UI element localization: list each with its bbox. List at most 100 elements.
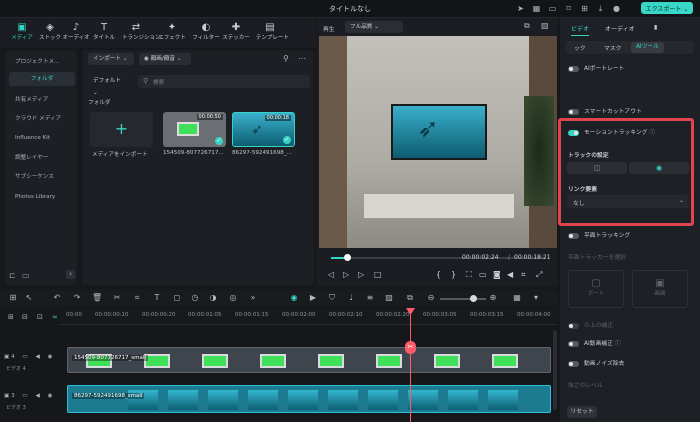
folder-icon[interactable]: ▭ bbox=[22, 354, 27, 360]
list-icon[interactable]: ≡ bbox=[365, 293, 375, 303]
export-button[interactable]: エクスポート ⌄ bbox=[641, 2, 693, 14]
track-mode-right[interactable]: ◉ bbox=[629, 162, 689, 174]
prev-frame-icon[interactable]: ◁ bbox=[328, 270, 334, 279]
tool-sticker[interactable]: ✚ ステッカー bbox=[222, 22, 250, 46]
trash-icon[interactable]: 🗑 bbox=[92, 293, 102, 303]
filter-icon[interactable]: ⚲ bbox=[283, 54, 289, 63]
user-icon[interactable]: ● bbox=[612, 4, 621, 13]
cut-icon[interactable]: ✂ bbox=[112, 293, 122, 303]
import-media-tile[interactable]: + bbox=[90, 112, 153, 147]
planar-option-2[interactable]: ▣ 画面 bbox=[632, 270, 688, 308]
ai-video-correct-toggle[interactable] bbox=[568, 340, 579, 347]
layout-icon[interactable]: ▦ bbox=[512, 293, 522, 303]
grid-icon[interactable]: ⊞ bbox=[8, 293, 18, 303]
sort-dropdown[interactable]: デフォルト ⌄ bbox=[88, 75, 130, 96]
speaker-icon[interactable]: ◀ bbox=[36, 354, 40, 360]
zoom-in-icon[interactable]: ⊕ bbox=[488, 293, 498, 303]
ai-icon[interactable]: ◎ bbox=[228, 293, 238, 303]
mark-in-icon[interactable]: { bbox=[436, 270, 441, 279]
ai-portrait-toggle[interactable] bbox=[568, 65, 579, 72]
fullscreen-icon[interactable]: ⛶ bbox=[466, 270, 472, 280]
render-icon[interactable]: ▶ bbox=[308, 293, 318, 303]
denoise-toggle[interactable] bbox=[568, 360, 579, 367]
expand-icon[interactable]: ⤢ bbox=[536, 270, 542, 280]
folder-icon[interactable]: ▭ bbox=[22, 393, 27, 399]
play-icon[interactable]: ▷ bbox=[343, 270, 349, 279]
clip-underwater[interactable]: 86297-592491698_small bbox=[67, 385, 551, 413]
eye-icon[interactable]: ◉ bbox=[48, 354, 53, 360]
tool-template[interactable]: ▤ テンプレート bbox=[256, 22, 289, 46]
next-frame-icon[interactable]: ▷ bbox=[358, 270, 364, 279]
text-icon[interactable]: T bbox=[152, 293, 162, 303]
download-icon[interactable]: ⤓ bbox=[596, 4, 605, 13]
select-icon[interactable]: ↖ bbox=[24, 293, 34, 303]
tool-title[interactable]: T タイトル bbox=[90, 22, 118, 46]
media-thumb-1[interactable]: 00:00:50 ✓ bbox=[163, 112, 226, 147]
collapse-icon[interactable]: ‹ bbox=[66, 270, 75, 279]
add-track-icon[interactable]: ⊞ bbox=[8, 313, 14, 321]
send-icon[interactable]: ➤ bbox=[516, 4, 525, 13]
link-element-select[interactable]: なし ⌄ bbox=[567, 195, 689, 208]
tool-filter[interactable]: ◐ フィルター bbox=[192, 22, 220, 46]
timeline-scrollbar[interactable] bbox=[553, 330, 557, 410]
track-mode-left[interactable]: ◫ bbox=[567, 162, 627, 174]
subtab-lock[interactable]: ック bbox=[574, 43, 586, 52]
shield-icon[interactable]: ⛉ bbox=[327, 293, 337, 303]
tab-audio[interactable]: オーディオ bbox=[605, 24, 635, 33]
planar-tracking-toggle[interactable] bbox=[568, 232, 579, 239]
motion-tracking-toggle[interactable] bbox=[568, 129, 579, 136]
redo-icon[interactable]: ↷ bbox=[72, 293, 82, 303]
playhead[interactable] bbox=[410, 310, 411, 422]
eye-icon[interactable]: ◉ bbox=[48, 393, 53, 399]
search-input[interactable]: ⚲ 検索 bbox=[138, 75, 310, 88]
speed-icon[interactable]: ◷ bbox=[190, 293, 200, 303]
crop-icon[interactable]: ⌗ bbox=[132, 293, 142, 303]
speaker-icon[interactable]: ◀ bbox=[36, 393, 40, 399]
shape-icon[interactable]: ◻ bbox=[172, 293, 182, 303]
motion-tracking-row[interactable]: モーショントラッキング ⓘ bbox=[568, 127, 655, 136]
file-icon[interactable]: ▮ bbox=[654, 24, 657, 31]
tool-media[interactable]: ▣ メディア bbox=[8, 22, 36, 46]
tool-effect[interactable]: ✦ エフェクト bbox=[158, 22, 186, 46]
layout-icon[interactable]: ▦ bbox=[532, 4, 541, 13]
tab-video[interactable]: ビデオ bbox=[571, 24, 590, 36]
subtab-ai-tools[interactable]: AIツール bbox=[631, 42, 664, 53]
sidebar-item-folder[interactable]: フォルダ bbox=[9, 72, 75, 86]
planar-tracking-row[interactable]: 平面トラッキング bbox=[568, 230, 630, 239]
import-button[interactable]: インポート ⌄ bbox=[88, 53, 134, 65]
sidebar-item-cloud[interactable]: クラウド メディア bbox=[9, 112, 75, 126]
reset-button[interactable]: リセット bbox=[567, 406, 597, 418]
sidebar-item-project[interactable]: プロジェクトメ... bbox=[9, 55, 75, 69]
screenshot-icon[interactable]: ⧉ bbox=[524, 21, 530, 31]
snap-icon[interactable]: ◉ bbox=[289, 293, 299, 303]
tool-stock[interactable]: ◈ ストック bbox=[36, 22, 64, 46]
quality-dropdown[interactable]: フル品質 ⌄ bbox=[345, 21, 403, 33]
crop-icon[interactable]: ⌗ bbox=[521, 270, 526, 280]
stop-icon[interactable]: □ bbox=[374, 270, 382, 279]
planar-option-1[interactable]: ▢ ポート bbox=[568, 270, 624, 308]
tool-transition[interactable]: ⇄ トランジション bbox=[122, 22, 161, 46]
more-dropdown-icon[interactable]: ▾ bbox=[531, 293, 541, 303]
record-dropdown[interactable]: ◉ 顔画/顔音 ⌄ bbox=[139, 53, 191, 65]
sidebar-item-subsequence[interactable]: サブシーケンス bbox=[9, 170, 75, 184]
more-icon[interactable]: ⋯ bbox=[298, 54, 306, 63]
denoise-row[interactable]: 動画ノイズ除去 bbox=[568, 358, 624, 367]
more-icon[interactable]: » bbox=[248, 293, 258, 303]
grid-icon[interactable]: ⊞ bbox=[580, 4, 589, 13]
sidebar-item-photos[interactable]: Photos Library bbox=[9, 190, 75, 204]
monitor-icon[interactable]: ▭ bbox=[548, 4, 557, 13]
media-thumb-2[interactable]: ➶ 00:00:18 ✓ bbox=[232, 112, 295, 147]
magnet-icon[interactable]: ⊡ bbox=[37, 313, 43, 321]
sidebar-item-shared[interactable]: 共有メディア bbox=[9, 93, 75, 107]
pip-icon[interactable]: ⧉ bbox=[405, 293, 415, 303]
mic-icon[interactable]: ♩ bbox=[346, 293, 356, 303]
camera-icon[interactable]: ◙ bbox=[493, 270, 501, 279]
zoom-slider[interactable] bbox=[440, 295, 486, 302]
playback-track[interactable] bbox=[331, 254, 545, 261]
faint-row[interactable]: の上の補正 bbox=[568, 320, 613, 329]
folder-add-icon[interactable]: ⊏ bbox=[9, 271, 16, 280]
volume-icon[interactable]: ◀ bbox=[507, 270, 513, 279]
tool-audio[interactable]: ♪ オーディオ bbox=[62, 22, 90, 46]
playback-knob[interactable] bbox=[344, 254, 351, 261]
faint-toggle[interactable] bbox=[568, 322, 579, 329]
